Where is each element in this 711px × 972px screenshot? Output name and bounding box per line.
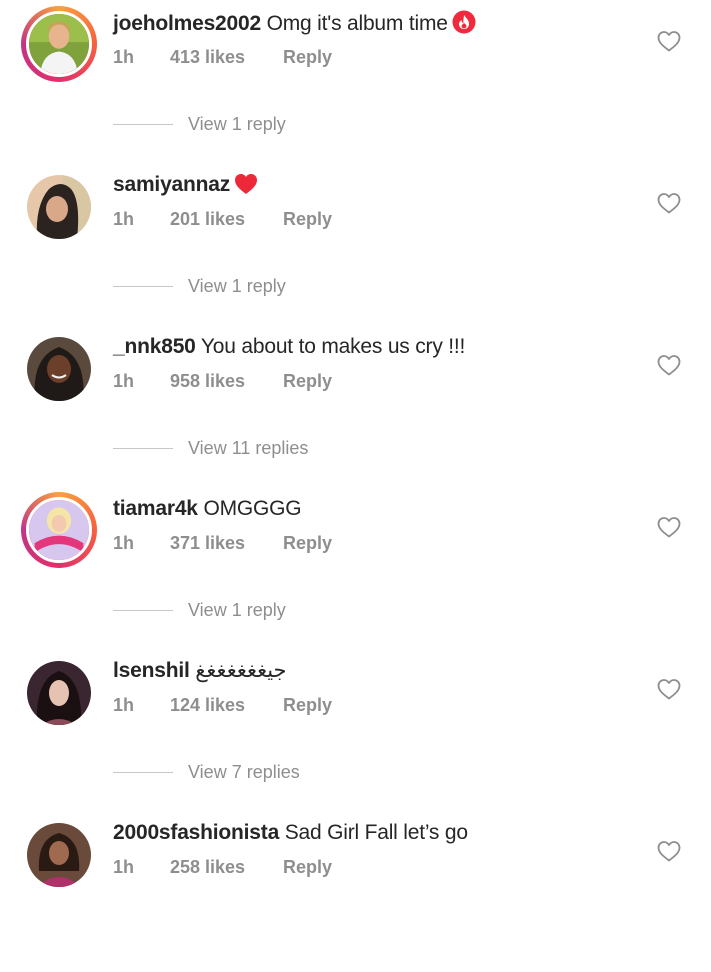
username-link[interactable]: samiyannaz — [113, 173, 230, 196]
like-count[interactable]: 258 likes — [170, 855, 283, 879]
timestamp: 1h — [113, 47, 135, 67]
avatar[interactable] — [27, 823, 91, 887]
like-count[interactable]: 413 likes — [170, 45, 283, 69]
view-replies-button[interactable]: View 1 reply — [113, 111, 286, 137]
avatar-image — [27, 661, 91, 725]
comment-meta: 1h 413 likes Reply — [113, 45, 332, 69]
comment-meta: 1h 258 likes Reply — [113, 855, 332, 879]
like-count[interactable]: 124 likes — [170, 693, 283, 717]
timestamp: 1h — [113, 695, 135, 715]
like-count[interactable]: 371 likes — [170, 531, 283, 555]
avatar-image — [29, 500, 89, 560]
comment-text: Omg it's album time — [266, 12, 448, 35]
view-replies-button[interactable]: View 1 reply — [113, 273, 286, 299]
comment-meta: 1h 124 likes Reply — [113, 693, 332, 717]
like-count[interactable]: 958 likes — [170, 369, 283, 393]
divider-line — [113, 123, 173, 125]
divider-line — [113, 771, 173, 773]
username-link[interactable]: joeholmes2002 — [113, 12, 261, 35]
username-link[interactable]: tiamar4k — [113, 497, 198, 520]
view-replies-label: View 11 replies — [188, 437, 309, 458]
avatar-image — [27, 823, 91, 887]
view-replies-label: View 1 reply — [188, 599, 286, 620]
comment-line: _nnk850 You about to makes us cry !!! — [113, 334, 465, 360]
timestamp: 1h — [113, 857, 135, 877]
reply-button[interactable]: Reply — [283, 371, 332, 391]
comment-item: samiyannaz 1h 201 likes Reply View 1 reply — [0, 162, 711, 324]
view-replies-button[interactable]: View 7 replies — [113, 759, 300, 785]
view-replies-label: View 7 replies — [188, 761, 300, 782]
like-count[interactable]: 201 likes — [170, 207, 283, 231]
timestamp: 1h — [113, 209, 135, 229]
heart-outline-icon[interactable] — [657, 840, 681, 862]
username-link[interactable]: lsenshil — [113, 659, 190, 682]
comment-item: tiamar4k OMGGGG 1h 371 likes Reply View 1 … — [0, 486, 711, 648]
comment-text: OMGGGG — [203, 497, 302, 520]
username-link[interactable]: _nnk850 — [113, 335, 196, 358]
heart-outline-icon[interactable] — [657, 678, 681, 700]
avatar[interactable] — [27, 175, 91, 239]
comment-item: joeholmes2002 Omg it's album time 1h 413 … — [0, 0, 711, 162]
view-replies-label: View 1 reply — [188, 275, 286, 296]
fire-icon — [452, 10, 476, 41]
avatar[interactable] — [27, 337, 91, 401]
comment-item: _nnk850 You about to makes us cry !!! 1h… — [0, 324, 711, 486]
comment-line: 2000sfashionista Sad Girl Fall let’s go — [113, 820, 468, 846]
divider-line — [113, 609, 173, 611]
comment-item: 2000sfashionista Sad Girl Fall let’s go … — [0, 810, 711, 972]
comment-line: lsenshil جيغغغغغغغ — [113, 658, 287, 684]
avatar[interactable] — [27, 661, 91, 725]
avatar[interactable] — [21, 6, 97, 82]
avatar[interactable] — [21, 492, 97, 568]
divider-line — [113, 285, 173, 287]
avatar-image — [27, 337, 91, 401]
view-replies-button[interactable]: View 11 replies — [113, 435, 308, 461]
divider-line — [113, 447, 173, 449]
avatar-image — [29, 14, 89, 74]
reply-button[interactable]: Reply — [283, 209, 332, 229]
comment-text: Sad Girl Fall let’s go — [284, 821, 468, 844]
heart-outline-icon[interactable] — [657, 354, 681, 376]
red-heart-icon — [234, 173, 258, 202]
timestamp: 1h — [113, 371, 135, 391]
avatar-image — [27, 175, 91, 239]
view-replies-button[interactable]: View 1 reply — [113, 597, 286, 623]
reply-button[interactable]: Reply — [283, 533, 332, 553]
view-replies-label: View 1 reply — [188, 113, 286, 134]
comment-line: joeholmes2002 Omg it's album time — [113, 10, 476, 41]
heart-outline-icon[interactable] — [657, 516, 681, 538]
comment-meta: 1h 371 likes Reply — [113, 531, 332, 555]
reply-button[interactable]: Reply — [283, 695, 332, 715]
comment-line: tiamar4k OMGGGG — [113, 496, 302, 522]
timestamp: 1h — [113, 533, 135, 553]
comment-meta: 1h 958 likes Reply — [113, 369, 332, 393]
comment-text: You about to makes us cry !!! — [200, 335, 466, 358]
comment-line: samiyannaz — [113, 172, 258, 202]
comment-item: lsenshil جيغغغغغغغ 1h 124 likes Reply View… — [0, 648, 711, 810]
heart-outline-icon[interactable] — [657, 30, 681, 52]
heart-outline-icon[interactable] — [657, 192, 681, 214]
username-link[interactable]: 2000sfashionista — [113, 821, 279, 844]
comment-meta: 1h 201 likes Reply — [113, 207, 332, 231]
comment-text: جيغغغغغغغ — [195, 659, 287, 682]
reply-button[interactable]: Reply — [283, 857, 332, 877]
reply-button[interactable]: Reply — [283, 47, 332, 67]
